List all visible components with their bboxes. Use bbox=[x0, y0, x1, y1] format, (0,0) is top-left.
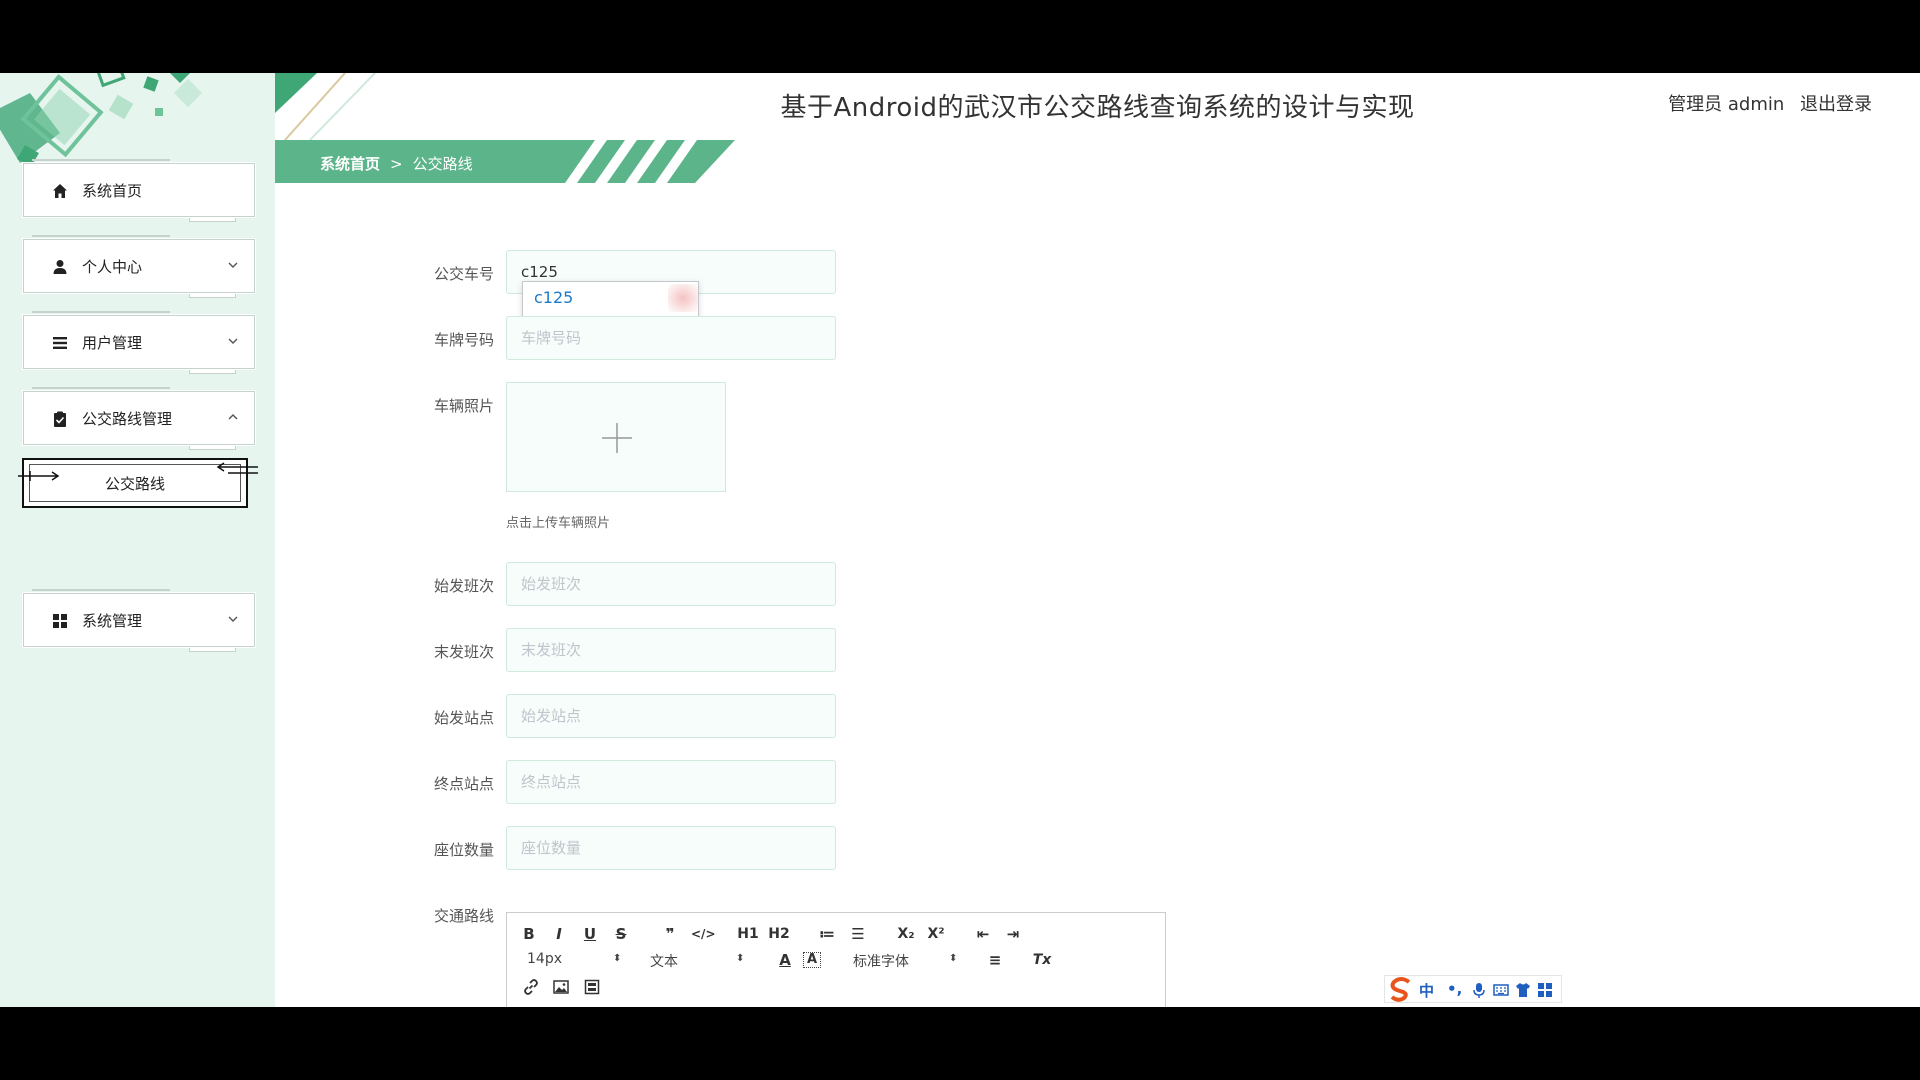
grid-icon bbox=[53, 614, 67, 628]
underline-button[interactable]: U bbox=[582, 923, 598, 945]
text-type-select[interactable]: 文本 ⬍ bbox=[650, 951, 750, 971]
image-icon[interactable] bbox=[553, 979, 569, 995]
microphone-icon[interactable] bbox=[1471, 982, 1487, 998]
start-station-input[interactable] bbox=[506, 694, 836, 738]
quote-button[interactable]: ❞ bbox=[661, 923, 679, 945]
autocomplete-option[interactable]: c125 bbox=[534, 288, 573, 307]
select-arrows-icon: ⬍ bbox=[613, 953, 622, 964]
sidebar-subitem-bus-route[interactable]: 公交路线 bbox=[18, 458, 258, 508]
breadcrumb-home[interactable]: 系统首页 bbox=[320, 155, 380, 173]
text-type-value: 文本 bbox=[650, 954, 678, 970]
sidebar-item-system[interactable]: 系统管理 bbox=[23, 589, 255, 652]
strike-button[interactable]: S bbox=[613, 923, 629, 945]
rich-text-editor[interactable]: B I U S ❞ </> H1 H2 ≔ ☰ X₂ X² ⇤ ⇥ 14px ⬍… bbox=[506, 912, 1166, 1007]
select-arrows-icon: ⬍ bbox=[736, 953, 745, 964]
ime-lang[interactable]: 中 bbox=[1419, 980, 1434, 1001]
seats-input[interactable] bbox=[506, 826, 836, 870]
user-role: 管理员 admin bbox=[1668, 94, 1785, 115]
clear-format-button[interactable]: Tx bbox=[1031, 949, 1053, 971]
font-color-icon[interactable]: A bbox=[777, 949, 793, 971]
last-run-input[interactable] bbox=[506, 628, 836, 672]
first-run-input[interactable] bbox=[506, 562, 836, 606]
bus-no-label: 公交车号 bbox=[433, 265, 494, 283]
last-run-label: 末发班次 bbox=[433, 643, 494, 661]
font-size-select[interactable]: 14px ⬍ bbox=[527, 951, 627, 967]
toolbox-grid-icon[interactable] bbox=[1537, 982, 1553, 998]
chevron-up-icon bbox=[228, 414, 238, 420]
h2-button[interactable]: H2 bbox=[768, 923, 790, 945]
breadcrumb-current: 公交路线 bbox=[412, 155, 473, 173]
sidebar-item-label: 公交路线管理 bbox=[82, 410, 173, 428]
italic-button[interactable]: I bbox=[551, 923, 567, 945]
route-label: 交通路线 bbox=[433, 907, 494, 925]
video-icon[interactable] bbox=[584, 979, 600, 995]
sidebar-item-users[interactable]: 用户管理 bbox=[23, 311, 255, 374]
align-button[interactable]: ≡ bbox=[985, 949, 1005, 971]
start-station-label: 始发站点 bbox=[433, 709, 494, 727]
chevron-down-icon bbox=[228, 616, 238, 622]
seats-label: 座位数量 bbox=[433, 841, 494, 859]
photo-label: 车辆照片 bbox=[433, 397, 494, 415]
font-size-value: 14px bbox=[527, 951, 562, 967]
select-arrows-icon: ⬍ bbox=[949, 953, 958, 964]
code-button[interactable]: </> bbox=[691, 923, 716, 945]
font-family-select[interactable]: 标准字体 ⬍ bbox=[853, 951, 963, 971]
sidebar: 系统首页 个人中心 用户管理 公交路线管理 公交路线 系统管理 bbox=[0, 73, 275, 1007]
plate-label: 车牌号码 bbox=[433, 331, 494, 349]
background-color-icon[interactable]: A bbox=[803, 952, 821, 968]
arrow-left-icon bbox=[216, 462, 258, 474]
ime-punct[interactable]: •, bbox=[1447, 980, 1462, 998]
outdent-button[interactable]: ⇤ bbox=[973, 923, 993, 945]
breadcrumb: 系统首页 > 公交路线 bbox=[320, 153, 473, 174]
breadcrumb-separator: > bbox=[390, 155, 403, 173]
sidebar-item-label: 用户管理 bbox=[82, 334, 143, 352]
subscript-button[interactable]: X₂ bbox=[895, 923, 917, 945]
skin-shirt-icon[interactable] bbox=[1515, 982, 1531, 998]
home-icon bbox=[53, 184, 67, 198]
chevron-down-icon bbox=[228, 338, 238, 344]
app-window: 系统首页 个人中心 用户管理 公交路线管理 公交路线 系统管理 基于Androi… bbox=[0, 73, 1920, 1007]
keyboard-icon[interactable] bbox=[1493, 982, 1509, 998]
ordered-list-button[interactable]: ≔ bbox=[817, 923, 837, 945]
sidebar-decoration bbox=[0, 73, 203, 167]
sidebar-item-profile[interactable]: 个人中心 bbox=[23, 235, 255, 298]
superscript-button[interactable]: X² bbox=[925, 923, 947, 945]
link-icon[interactable] bbox=[523, 979, 539, 995]
clipboard-icon bbox=[54, 411, 66, 427]
plus-icon bbox=[602, 423, 632, 453]
autocomplete-artifact bbox=[668, 284, 698, 312]
sogou-logo-icon[interactable] bbox=[1387, 976, 1415, 1004]
indent-button[interactable]: ⇥ bbox=[1003, 923, 1023, 945]
end-station-label: 终点站点 bbox=[433, 775, 494, 793]
bold-button[interactable]: B bbox=[521, 923, 537, 945]
chevron-down-icon bbox=[228, 262, 238, 268]
font-family-value: 标准字体 bbox=[853, 954, 909, 970]
plate-input[interactable] bbox=[506, 316, 836, 360]
sidebar-item-label: 系统管理 bbox=[82, 612, 143, 630]
user-info: 管理员 admin 退出登录 bbox=[1658, 90, 1872, 116]
ime-toolbar: 中 •, bbox=[1384, 975, 1562, 1003]
end-station-input[interactable] bbox=[506, 760, 836, 804]
list-icon bbox=[53, 337, 67, 349]
h1-button[interactable]: H1 bbox=[737, 923, 759, 945]
bullet-list-button[interactable]: ☰ bbox=[848, 923, 868, 945]
sidebar-item-label: 个人中心 bbox=[82, 258, 143, 276]
first-run-label: 始发班次 bbox=[433, 577, 494, 595]
sidebar-item-home[interactable]: 系统首页 bbox=[23, 159, 255, 222]
upload-tip: 点击上传车辆照片 bbox=[506, 516, 611, 531]
photo-upload[interactable] bbox=[506, 382, 726, 492]
logout-link[interactable]: 退出登录 bbox=[1800, 94, 1872, 115]
sidebar-item-bus-route-mgmt[interactable]: 公交路线管理 bbox=[23, 387, 255, 450]
sidebar-item-label: 系统首页 bbox=[82, 182, 143, 200]
arrow-right-icon bbox=[18, 471, 60, 481]
user-icon bbox=[53, 260, 67, 274]
